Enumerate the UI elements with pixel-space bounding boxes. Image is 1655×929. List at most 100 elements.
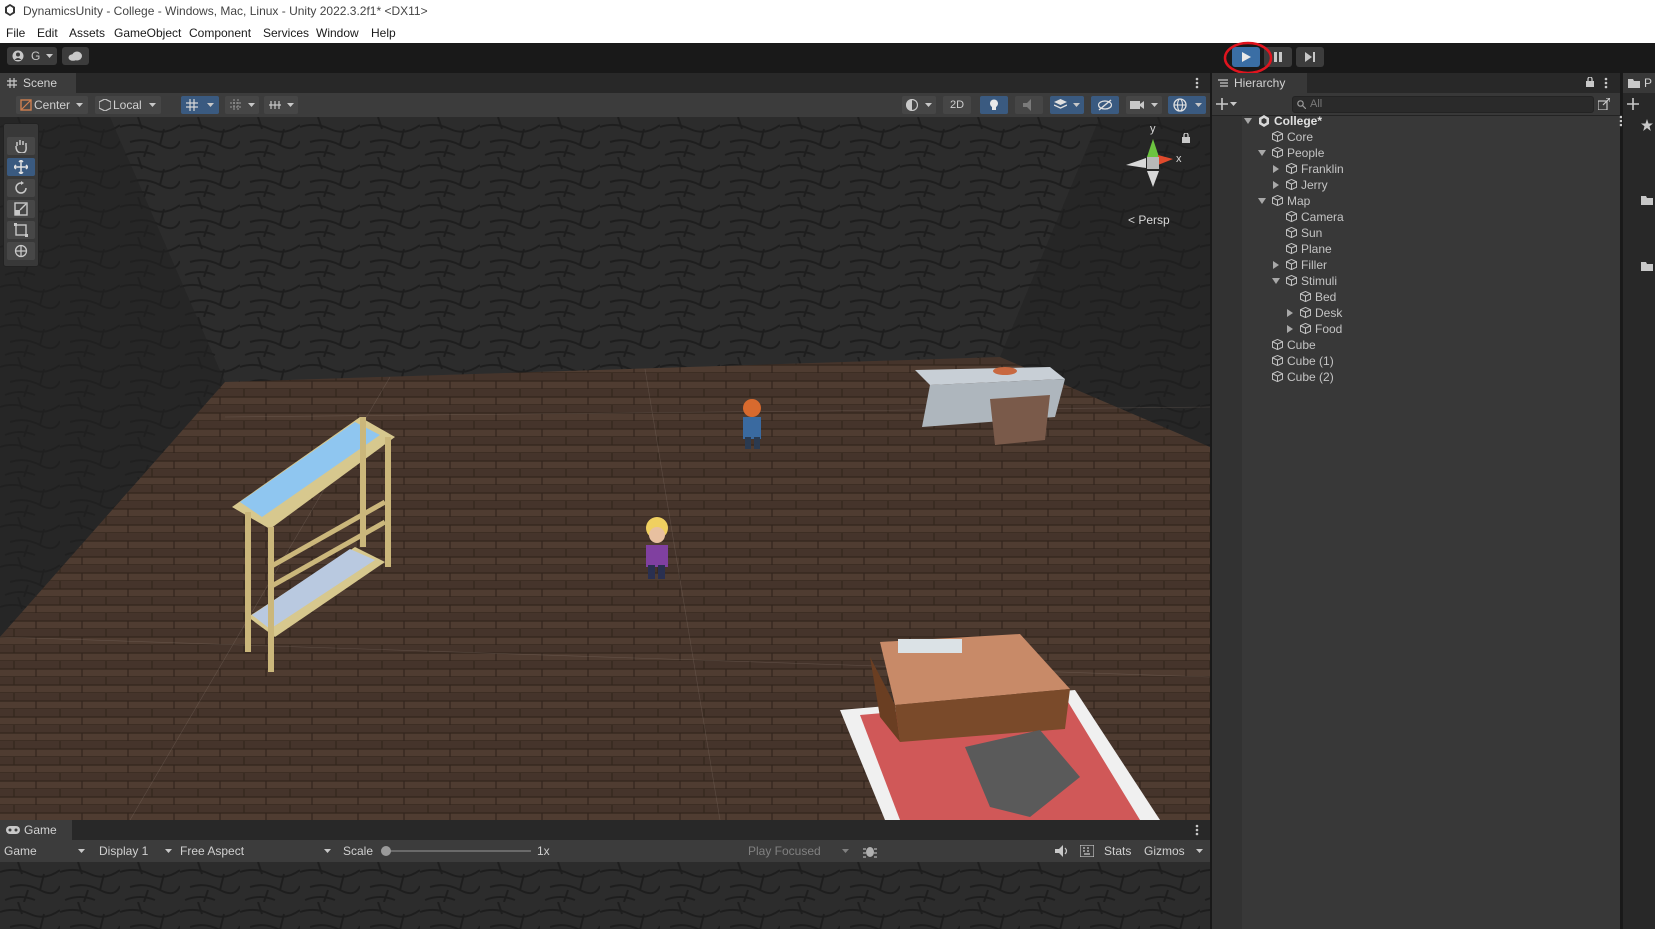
hierarchy-item-stimuli[interactable]: Stimuli: [1272, 273, 1337, 289]
scene-visibility-toggle[interactable]: [1091, 96, 1119, 114]
hierarchy-label: Core: [1287, 130, 1314, 144]
hierarchy-label: Filler: [1301, 258, 1327, 272]
menu-file[interactable]: File: [6, 26, 25, 40]
more-menu-icon[interactable]: [1195, 77, 1199, 89]
menu-assets[interactable]: Assets: [69, 26, 105, 40]
chevron-down-icon: [1195, 103, 1202, 107]
cube-icon: [1300, 291, 1311, 302]
plus-icon[interactable]: [1627, 98, 1639, 110]
menu-help[interactable]: Help: [371, 26, 396, 40]
scale-slider-thumb[interactable]: [381, 846, 391, 856]
aspect-dropdown[interactable]: Free Aspect: [180, 844, 244, 858]
gizmos-button[interactable]: Gizmos: [1144, 844, 1185, 858]
increment-snap-toggle[interactable]: [225, 96, 259, 114]
grid-snap-icon: [186, 99, 198, 111]
hierarchy-item-core[interactable]: Core: [1272, 129, 1313, 145]
hierarchy-panel: Hierarchy All College* Core People Frank…: [1212, 73, 1623, 929]
hierarchy-item-camera[interactable]: Camera: [1286, 209, 1344, 225]
tab-scene[interactable]: Scene: [0, 73, 76, 93]
hierarchy-item-filler[interactable]: Filler: [1273, 257, 1327, 273]
menu-component[interactable]: Component: [189, 26, 251, 40]
scale-slider[interactable]: [383, 850, 531, 852]
pause-icon: [1274, 52, 1282, 62]
pivot-dropdown[interactable]: Center: [16, 96, 88, 114]
projection-toggle[interactable]: < Persp: [1128, 213, 1170, 227]
hierarchy-item-map[interactable]: Map: [1258, 193, 1311, 209]
pop-out-icon[interactable]: [1598, 98, 1610, 110]
more-menu-icon[interactable]: [1604, 77, 1608, 89]
hierarchy-item-desk[interactable]: Desk: [1287, 305, 1342, 321]
space-dropdown[interactable]: Local: [95, 96, 161, 114]
gizmos-dropdown[interactable]: [1168, 96, 1206, 114]
lock-icon[interactable]: [1182, 133, 1190, 143]
toggle-2d-button[interactable]: 2D: [943, 96, 971, 114]
menu-gameobject[interactable]: GameObject: [114, 26, 181, 40]
keyboard-icon[interactable]: [1080, 845, 1094, 857]
menu-services[interactable]: Services: [263, 26, 309, 40]
lock-icon[interactable]: [1586, 77, 1594, 87]
hierarchy-item-food[interactable]: Food: [1287, 321, 1342, 337]
hierarchy-item-cube-1[interactable]: Cube (1): [1272, 353, 1334, 369]
cube-icon: [1286, 243, 1297, 254]
scale-tool[interactable]: [7, 200, 35, 218]
account-button[interactable]: G: [7, 47, 57, 65]
tab-hierarchy[interactable]: Hierarchy: [1212, 73, 1307, 93]
collapsed-arrow-icon: [1273, 165, 1279, 173]
ruler-icon: [269, 101, 281, 109]
bug-icon[interactable]: [863, 844, 877, 858]
hierarchy-label: Map: [1287, 194, 1311, 208]
project-tab-label: P: [1644, 76, 1653, 90]
play-mode-dropdown[interactable]: Play Focused: [748, 844, 821, 858]
audio-icon[interactable]: [1055, 845, 1069, 857]
ruler-toggle[interactable]: [264, 96, 298, 114]
chevron-down-icon: [207, 103, 214, 107]
lighting-toggle[interactable]: [980, 96, 1008, 114]
account-icon: [12, 50, 24, 62]
stats-button[interactable]: Stats: [1104, 844, 1131, 858]
menu-window[interactable]: Window: [316, 26, 359, 40]
rect-tool[interactable]: [7, 221, 35, 239]
more-menu-icon[interactable]: [1195, 824, 1199, 836]
orientation-gizmo[interactable]: y x: [1118, 123, 1190, 205]
step-icon: [1305, 52, 1315, 62]
hierarchy-item-sun[interactable]: Sun: [1286, 225, 1322, 241]
cube-icon: [1286, 227, 1297, 238]
hierarchy-label: Cube (2): [1287, 370, 1334, 384]
audio-toggle[interactable]: [1015, 96, 1043, 114]
game-view-dropdown[interactable]: Game: [4, 844, 37, 858]
project-panel: P: [1622, 73, 1655, 929]
step-button[interactable]: [1296, 47, 1324, 67]
grid-icon: [7, 78, 17, 88]
move-icon: [14, 160, 28, 174]
hierarchy-label: Jerry: [1301, 178, 1328, 192]
tab-project[interactable]: P: [1623, 73, 1655, 93]
cloud-icon: [68, 51, 82, 61]
hierarchy-item-cube-2[interactable]: Cube (2): [1272, 369, 1334, 385]
rotate-tool[interactable]: [7, 179, 35, 197]
tab-game[interactable]: Game: [0, 820, 72, 840]
hierarchy-item-bed[interactable]: Bed: [1300, 289, 1336, 305]
move-tool[interactable]: [7, 158, 35, 176]
hand-tool[interactable]: [7, 137, 35, 155]
scene-viewport[interactable]: y x < Persp: [0, 117, 1210, 820]
hierarchy-label: Sun: [1301, 226, 1323, 240]
menu-edit[interactable]: Edit: [37, 26, 58, 40]
effects-dropdown[interactable]: [1050, 96, 1084, 114]
hierarchy-item-cube[interactable]: Cube: [1272, 337, 1316, 353]
hierarchy-item-franklin[interactable]: Franklin: [1273, 161, 1344, 177]
cloud-button[interactable]: [62, 47, 89, 65]
grid-snap-toggle[interactable]: [181, 96, 219, 114]
hierarchy-item-jerry[interactable]: Jerry: [1273, 177, 1328, 193]
display-dropdown[interactable]: Display 1: [99, 844, 148, 858]
game-viewport[interactable]: [0, 862, 1210, 929]
draw-mode-dropdown[interactable]: [902, 96, 936, 114]
transform-tool[interactable]: [7, 242, 35, 260]
hierarchy-search-field[interactable]: All: [1292, 96, 1594, 113]
highlight-ring: [1223, 41, 1273, 75]
hierarchy-item-people[interactable]: People: [1258, 145, 1324, 161]
hierarchy-item-plane[interactable]: Plane: [1286, 241, 1332, 257]
camera-dropdown[interactable]: [1126, 96, 1162, 114]
hand-icon: [15, 140, 27, 153]
plus-icon[interactable]: [1216, 98, 1228, 110]
collapsed-arrow-icon: [1273, 261, 1279, 269]
